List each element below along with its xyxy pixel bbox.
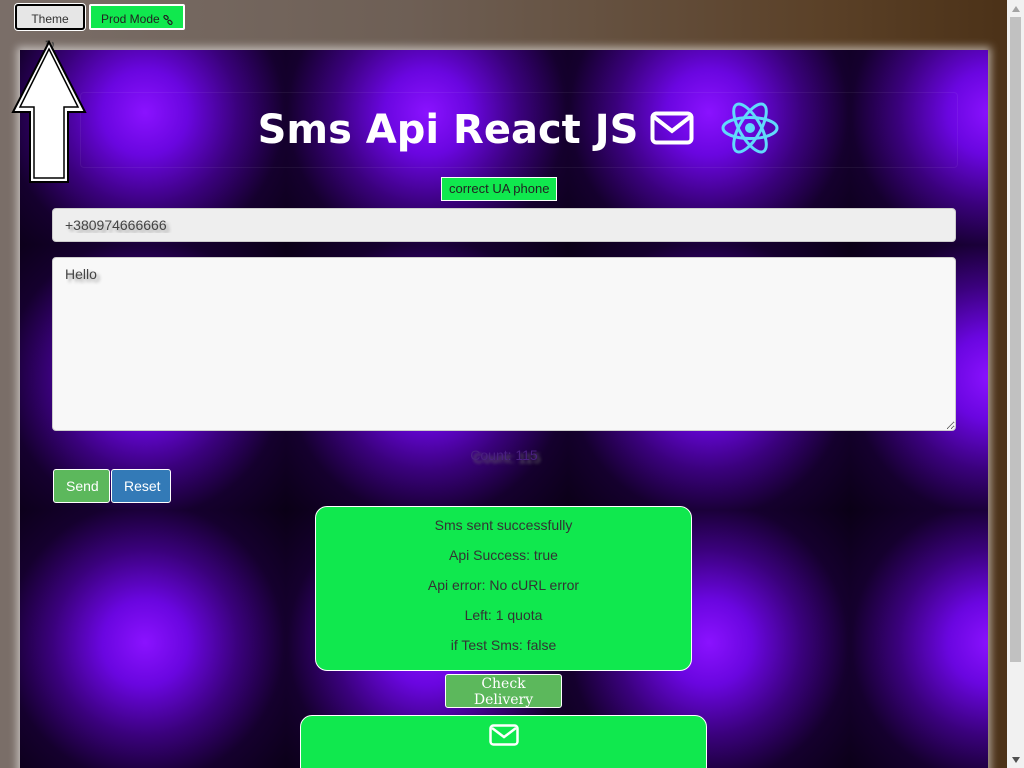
char-count: Count: 115 (470, 447, 538, 463)
header: Sms Api React JS (80, 92, 958, 168)
phone-status-badge: correct UA phone (441, 177, 558, 201)
phone-input[interactable] (52, 208, 956, 242)
delivery-panel (300, 715, 707, 768)
main-panel: Sms Api React JS correct UA phone Hello … (20, 50, 988, 768)
prod-mode-button[interactable]: Prod Mode (89, 4, 185, 30)
page-scrollbar[interactable] (1007, 0, 1024, 768)
prod-mode-button-label: Prod Mode (100, 12, 160, 26)
scroll-down-arrow-icon[interactable] (1007, 751, 1024, 768)
result-api-error: Api error: No cURL error (427, 577, 580, 593)
result-quota-left: Left: 1 quota (464, 607, 543, 623)
send-button[interactable]: Send (53, 469, 110, 503)
react-logo (720, 96, 780, 165)
envelope-icon (650, 111, 694, 150)
scroll-thumb[interactable] (1010, 17, 1021, 662)
result-test-sms: if Test Sms: false (450, 637, 557, 653)
result-api-success: Api Success: true (449, 547, 558, 563)
theme-button[interactable]: Theme ↻ (15, 4, 85, 52)
up-arrow-icon (11, 40, 87, 183)
message-textarea[interactable]: Hello (52, 257, 956, 431)
check-delivery-button[interactable]: Check Delivery (445, 674, 562, 708)
theme-button-label: Theme (31, 12, 69, 26)
link-icon (163, 12, 173, 26)
result-status: Sms sent successfully (434, 517, 573, 533)
page-title: Sms Api React JS (257, 107, 639, 153)
result-panel: Sms sent successfully Api Success: true … (315, 506, 692, 671)
scroll-up-arrow-icon[interactable] (1007, 0, 1024, 17)
reset-button[interactable]: Reset (111, 469, 171, 503)
envelope-icon (301, 724, 706, 751)
